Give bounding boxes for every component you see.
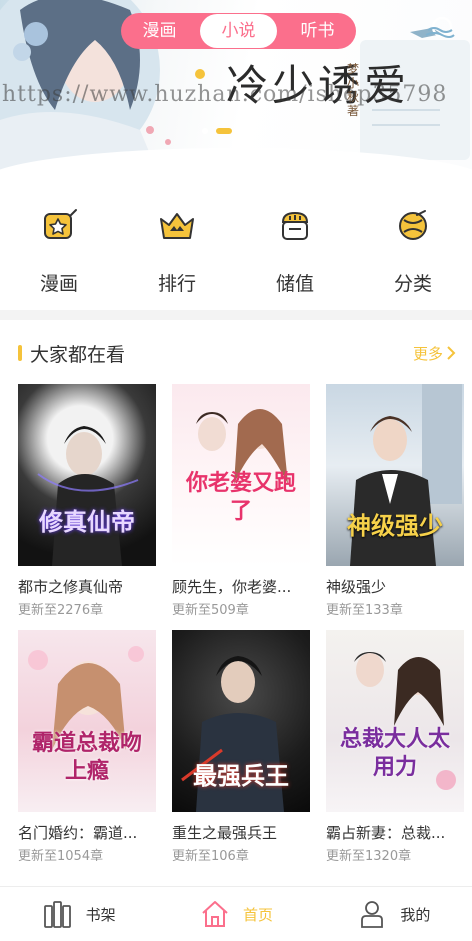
book-cover[interactable]: 霸道总裁吻上瘾	[18, 630, 156, 812]
carousel-dot[interactable]	[240, 128, 246, 134]
nav-item-category[interactable]: 分类	[354, 205, 472, 305]
cover-title: 修真仙帝	[39, 508, 135, 536]
cover-title: 霸道总裁吻上瘾	[31, 731, 142, 784]
profile-icon	[361, 901, 384, 928]
book-chapter-count: 更新至509章	[172, 603, 249, 618]
book-cover[interactable]: 修真仙帝	[18, 384, 156, 566]
book-card[interactable]: 霸道总裁吻上瘾 名门婚约：霸道... 更新至1054章	[18, 630, 156, 864]
book-title: 都市之修真仙帝	[18, 578, 124, 596]
carousel-dot-active[interactable]	[216, 128, 232, 134]
chevron-right-icon[interactable]	[446, 346, 456, 360]
tab-audiobook[interactable]: 听书	[279, 13, 356, 49]
book-card[interactable]: 最强兵王 重生之最强兵王 更新至106章	[172, 630, 310, 864]
content-type-tabs: 漫画 小说 听书	[121, 13, 356, 49]
cover-title: 最强兵王	[193, 762, 289, 790]
nav-label: 排行	[157, 273, 196, 295]
tab-comic[interactable]: 漫画	[121, 13, 198, 49]
book-card[interactable]: 你老婆又跑了 顾先生，你老婆... 更新至509章	[172, 384, 310, 618]
book-chapter-count: 更新至1054章	[18, 849, 104, 864]
nav-label: 分类	[393, 273, 432, 295]
tab-novel[interactable]: 小说	[200, 14, 277, 48]
book-title: 神级强少	[326, 578, 387, 596]
nav-item-ranking[interactable]: 排行	[118, 205, 236, 305]
cover-title: 总裁大人太用力	[339, 727, 450, 780]
more-link[interactable]: 更多	[413, 343, 443, 364]
carousel-dot[interactable]	[202, 128, 208, 134]
nav-item-comic[interactable]: 漫画	[0, 205, 118, 305]
crown-icon	[160, 213, 194, 239]
comic-icon	[44, 209, 77, 239]
tabbar-label: 书架	[85, 905, 116, 924]
book-title: 重生之最强兵王	[172, 824, 278, 842]
book-chapter-count: 更新至106章	[172, 849, 249, 864]
banner-carousel[interactable]: 漫画 小说 听书 冷少诱爱 梦小秋著 https://www.huzhan.co…	[0, 0, 472, 178]
watermark-text: https://www.huzhan.com/ishop35798	[2, 82, 448, 107]
book-title: 顾先生，你老婆...	[172, 578, 292, 596]
book-chapter-count: 更新至1320章	[326, 849, 412, 864]
section-accent-bar	[18, 345, 22, 361]
section-header: 大家都在看 更多	[0, 336, 472, 368]
cover-title: 你老婆又跑了	[185, 471, 296, 524]
category-icon	[399, 210, 427, 240]
home-icon	[202, 901, 228, 927]
nav-label: 储值	[275, 273, 314, 295]
carousel-indicator	[202, 128, 246, 134]
book-cover[interactable]: 你老婆又跑了	[172, 384, 310, 566]
section-title: 大家都在看	[30, 344, 126, 366]
section-divider	[0, 310, 472, 320]
tabbar-item-home[interactable]: 首页	[157, 887, 314, 941]
book-card[interactable]: 修真仙帝 都市之修真仙帝 更新至2276章	[18, 384, 156, 618]
book-cover[interactable]: 神级强少	[326, 384, 464, 566]
book-card[interactable]: 神级强少 神级强少 更新至133章	[326, 384, 464, 618]
recharge-icon	[281, 211, 309, 240]
quick-nav: 漫画 排行 储值 分类	[0, 205, 472, 305]
book-card[interactable]: 总裁大人太用力 霸占新妻：总裁... 更新至1320章	[326, 630, 464, 864]
book-cover[interactable]: 总裁大人太用力	[326, 630, 464, 812]
bottom-tab-bar: 书架 首页 我的	[0, 886, 472, 941]
book-chapter-count: 更新至2276章	[18, 603, 104, 618]
book-cover[interactable]: 最强兵王	[172, 630, 310, 812]
nav-item-recharge[interactable]: 储值	[236, 205, 354, 305]
search-icon[interactable]	[424, 14, 456, 46]
tabbar-label: 首页	[242, 905, 273, 924]
tabbar-item-profile[interactable]: 我的	[315, 887, 472, 941]
cover-title: 神级强少	[347, 512, 443, 540]
bookshelf-icon	[43, 901, 71, 928]
book-title: 霸占新妻：总裁...	[326, 824, 446, 842]
book-title: 名门婚约：霸道...	[18, 824, 138, 842]
book-chapter-count: 更新至133章	[326, 603, 403, 618]
nav-label: 漫画	[39, 273, 78, 295]
tabbar-label: 我的	[400, 905, 431, 924]
tabbar-item-bookshelf[interactable]: 书架	[0, 887, 157, 941]
